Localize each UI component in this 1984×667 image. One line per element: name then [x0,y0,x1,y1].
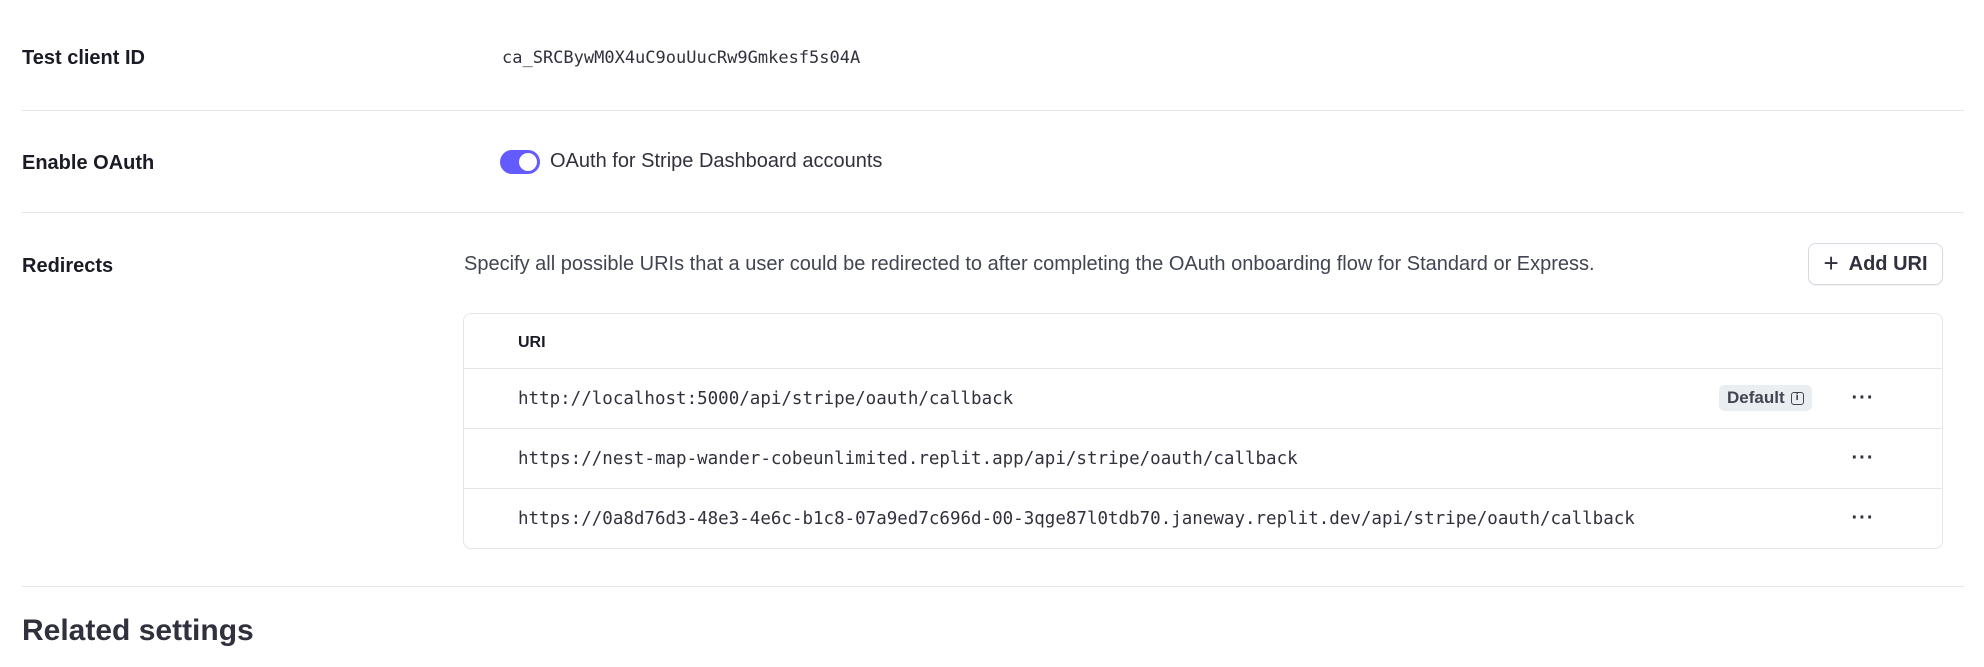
more-options-button[interactable]: ··· [1848,445,1878,471]
more-options-button[interactable]: ··· [1848,385,1878,411]
add-uri-label: Add URI [1848,252,1928,275]
add-uri-button[interactable]: + Add URI [1808,243,1943,285]
divider [22,586,1964,587]
uri-text[interactable]: http://localhost:5000/api/stripe/oauth/c… [518,389,1013,409]
uri-table: URI http://localhost:5000/api/stripe/oau… [463,313,1943,549]
related-settings-heading: Related settings [22,614,254,647]
table-row: https://0a8d76d3-48e3-4e6c-b1c8-07a9ed7c… [464,488,1942,549]
test-client-id-label: Test client ID [22,47,145,69]
info-icon[interactable]: i [1790,391,1804,405]
oauth-toggle-label[interactable]: OAuth for Stripe Dashboard accounts [550,150,882,173]
enable-oauth-label: Enable OAuth [22,152,155,174]
default-badge-label: Default [1727,388,1785,407]
toggle-knob [519,153,537,171]
uri-text[interactable]: https://nest-map-wander-cobeunlimited.re… [518,449,1298,469]
plus-icon: + [1823,248,1839,278]
redirects-label: Redirects [22,255,114,277]
uri-text[interactable]: https://0a8d76d3-48e3-4e6c-b1c8-07a9ed7c… [518,509,1635,529]
oauth-toggle[interactable] [500,150,540,174]
test-client-id-value[interactable]: ca_SRCBywM0X4uC9ouUucRw9Gmkesf5s04A [502,48,860,68]
divider [22,110,1964,111]
divider [22,212,1964,213]
more-options-button[interactable]: ··· [1848,505,1878,531]
default-badge: Default i [1719,385,1812,411]
uri-column-header: URI [518,334,546,351]
table-row: https://nest-map-wander-cobeunlimited.re… [464,428,1942,489]
redirects-description: Specify all possible URIs that a user co… [464,253,1595,275]
table-row: http://localhost:5000/api/stripe/oauth/c… [464,368,1942,429]
